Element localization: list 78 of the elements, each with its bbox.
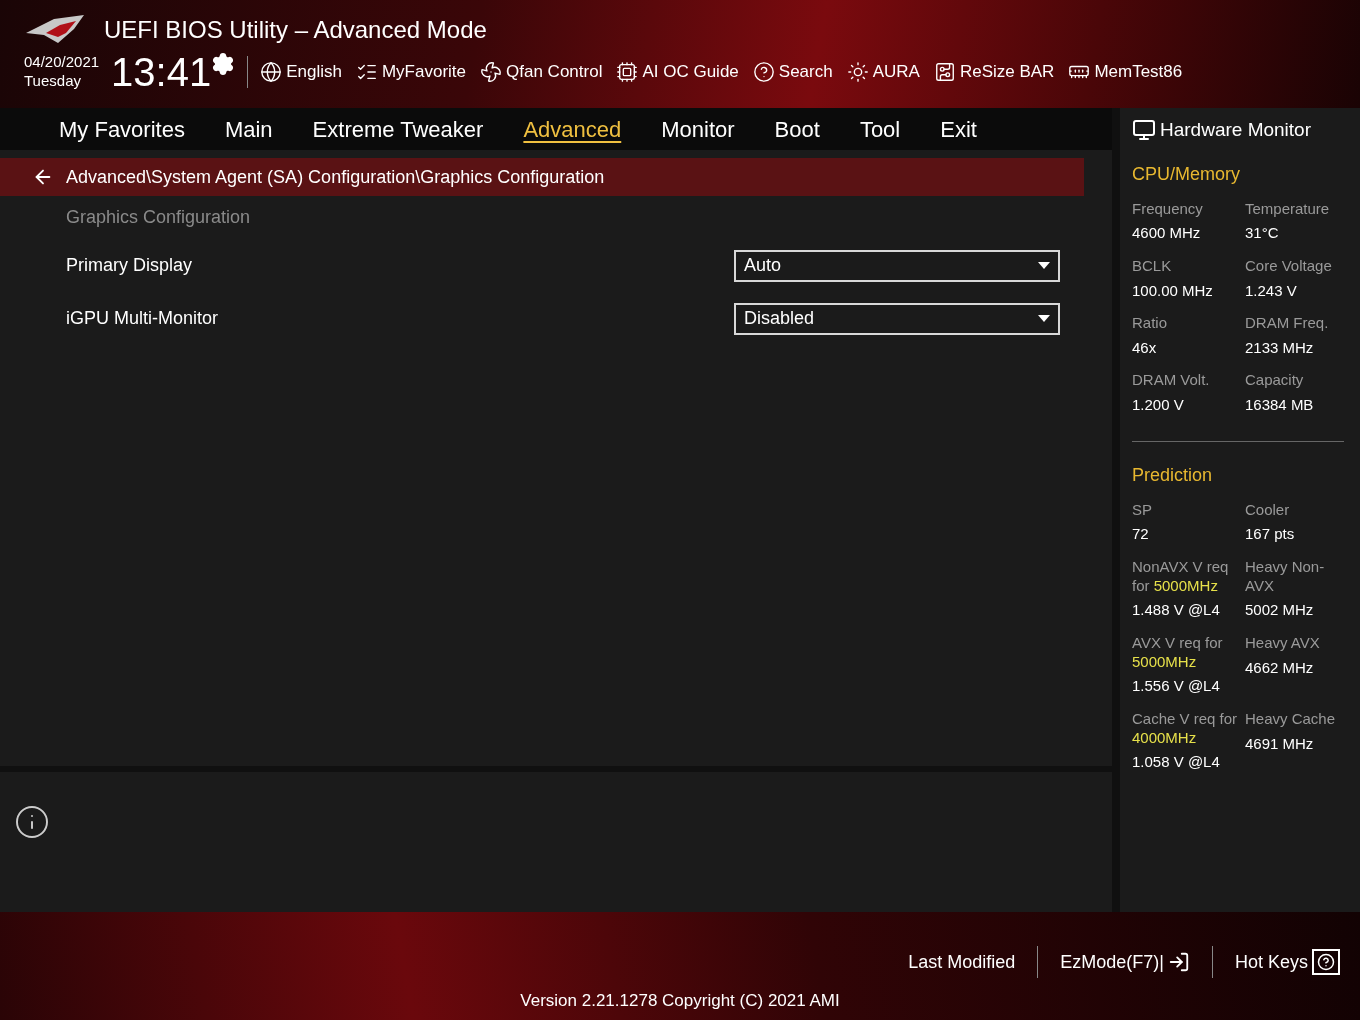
toolbar-button[interactable]: MyFavorite xyxy=(355,59,467,85)
stat-value: 1.488 V @L4 xyxy=(1132,600,1221,621)
setting-label: Primary Display xyxy=(66,254,193,277)
stat-value: 1.243 V xyxy=(1245,280,1298,301)
stat-label: Capacity xyxy=(1245,371,1305,390)
toolbar-button[interactable]: AURA xyxy=(846,59,920,85)
stat-label: Frequency xyxy=(1132,199,1204,219)
section-title: Prediction xyxy=(1132,464,1213,485)
stat-label: DRAM Freq. xyxy=(1245,314,1330,333)
chip-icon xyxy=(616,61,639,83)
toolbar-button[interactable]: MemTest86 xyxy=(1068,59,1183,85)
date-text: 04/20/2021 xyxy=(24,53,100,72)
fan-icon xyxy=(480,61,503,83)
weekday-text: Tuesday xyxy=(24,72,82,91)
stat-value: 4662 MHz xyxy=(1245,657,1315,678)
stat-value: 72 xyxy=(1132,524,1150,545)
stat-label: NonAVX V req for 5000MHz xyxy=(1132,557,1230,596)
toolbar-button[interactable]: ReSize BAR xyxy=(933,59,1055,85)
stat-value: 1.200 V xyxy=(1132,395,1185,415)
toolbar-button[interactable]: Search xyxy=(752,59,833,85)
stat-label: BCLK xyxy=(1132,256,1173,276)
menu-tab[interactable]: Main xyxy=(224,112,273,146)
stat-value: 5002 MHz xyxy=(1245,600,1315,621)
stat-label: Heavy Non-AVX xyxy=(1245,557,1326,596)
version-text: Version 2.21.1278 Copyright (C) 2021 AMI xyxy=(520,990,840,1012)
menu-tab[interactable]: My Favorites xyxy=(59,112,185,146)
circuit-board-icon xyxy=(933,61,956,83)
help-icon xyxy=(752,61,775,83)
window-title: UEFI BIOS Utility – Advanced Mode xyxy=(104,15,487,45)
caret-icon xyxy=(1038,315,1050,322)
menu-tab[interactable]: Extreme Tweaker xyxy=(312,112,484,146)
section-title: CPU/Memory xyxy=(1132,163,1240,184)
toolbar-button[interactable]: English xyxy=(260,59,342,85)
stat-label: SP xyxy=(1132,500,1153,520)
stat-value: 1.058 V @L4 xyxy=(1132,752,1221,773)
help-icon xyxy=(1312,949,1340,975)
sun-icon xyxy=(846,61,869,83)
panel-title: Hardware Monitor xyxy=(1160,118,1311,142)
stat-label: Ratio xyxy=(1132,314,1169,333)
dropdown-select[interactable]: Disabled xyxy=(734,302,1060,335)
footer-button[interactable]: Hot Keys xyxy=(1234,948,1340,976)
stat-label: Heavy AVX xyxy=(1245,633,1321,653)
settings-icon[interactable] xyxy=(211,52,236,76)
stat-value: 16384 MB xyxy=(1245,395,1315,415)
stat-label: DRAM Volt. xyxy=(1132,371,1211,390)
stat-value: 1.556 V @L4 xyxy=(1132,676,1221,697)
stat-label: Temperature xyxy=(1245,199,1331,219)
stat-value: 4691 MHz xyxy=(1245,733,1315,754)
exit-icon xyxy=(1167,951,1190,973)
menu-tab[interactable]: Boot xyxy=(774,112,820,146)
dropdown-select[interactable]: Auto xyxy=(734,249,1060,282)
toolbar-button[interactable]: AI OC Guide xyxy=(616,59,739,85)
breadcrumb-path: Advanced\System Agent (SA) Configuration\Graphics Configuration xyxy=(66,165,605,189)
stat-value: 2133 MHz xyxy=(1245,337,1315,358)
menu-tab[interactable]: Exit xyxy=(940,112,977,146)
section-heading: Graphics Configuration xyxy=(66,207,251,227)
stat-value: 31°C xyxy=(1245,223,1280,244)
footer-button[interactable]: EzMode(F7)| xyxy=(1060,948,1190,976)
toolbar-button[interactable]: Qfan Control xyxy=(480,59,603,85)
stat-value: 100.00 MHz xyxy=(1132,280,1214,301)
stat-label: Heavy Cache xyxy=(1245,709,1337,729)
clock-time: 13:41 xyxy=(111,52,212,92)
menu-tab[interactable]: Monitor xyxy=(661,112,735,146)
stat-value: 4600 MHz xyxy=(1132,223,1202,244)
globe-icon xyxy=(260,61,283,83)
footer-button[interactable]: Last Modified xyxy=(908,948,1016,976)
stat-value: 167 pts xyxy=(1245,524,1296,545)
stat-label: Cache V req for 4000MHz xyxy=(1132,709,1239,748)
setting-label: iGPU Multi-Monitor xyxy=(66,307,219,330)
caret-icon xyxy=(1038,262,1050,269)
menu-tab[interactable]: Advanced xyxy=(523,112,622,146)
stat-label: Core Voltage xyxy=(1245,256,1333,276)
info-icon xyxy=(14,804,50,840)
menu-tab[interactable]: Tool xyxy=(859,112,901,146)
stat-label: AVX V req for 5000MHz xyxy=(1132,633,1224,672)
stat-value: 46x xyxy=(1132,337,1158,358)
monitor-icon xyxy=(1132,118,1156,143)
stat-label: Cooler xyxy=(1245,500,1291,520)
